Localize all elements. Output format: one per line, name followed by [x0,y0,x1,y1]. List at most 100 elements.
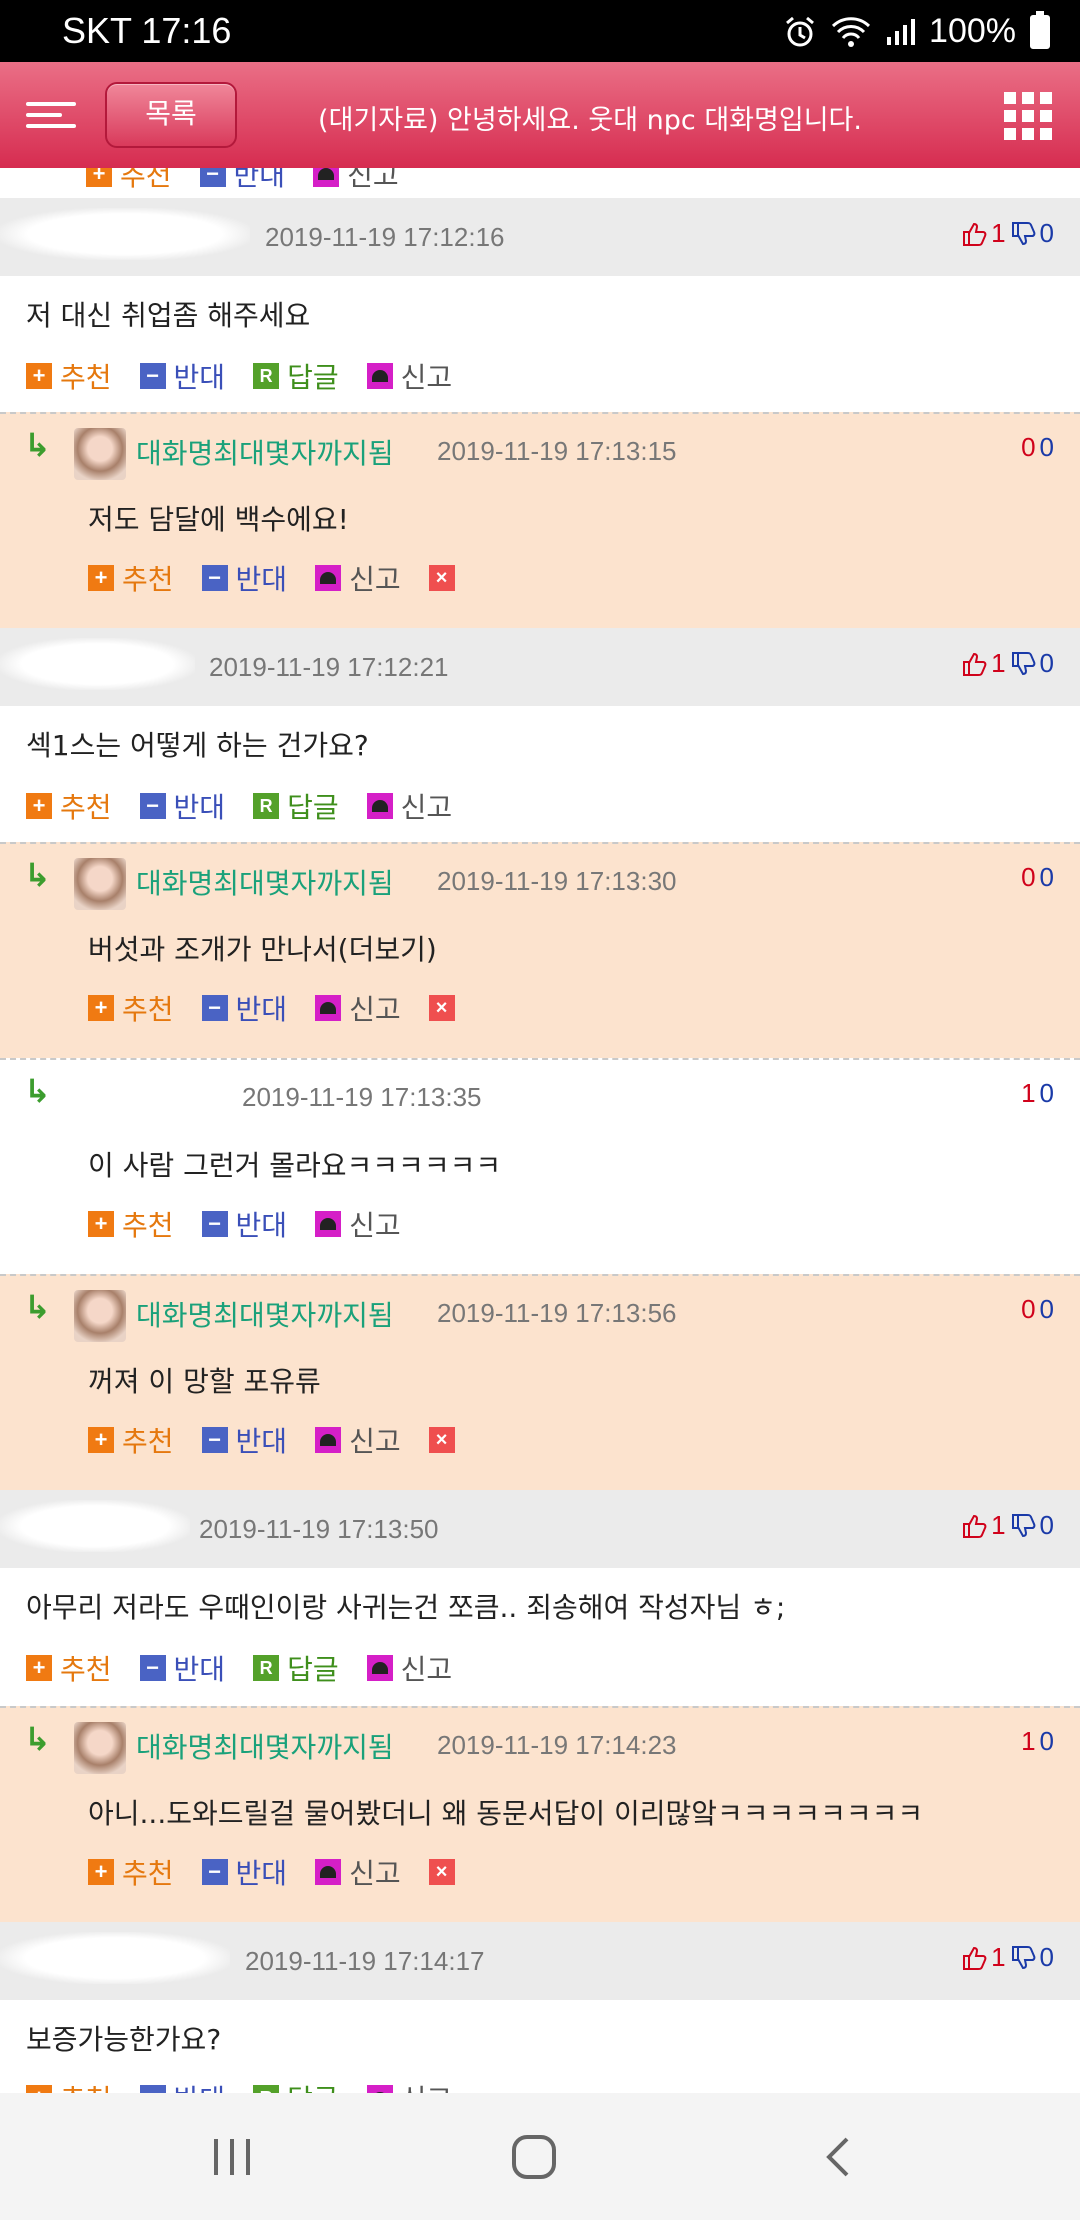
comment-text: 아무리 저라도 우때인이랑 사귀는건 쪼큼.. 죄송해여 작성자님 ㅎ; [26,1591,786,1624]
recommend-button[interactable]: +추천 [26,1648,112,1688]
menu-icon[interactable] [26,102,76,128]
minus-icon: − [201,1859,228,1885]
avatar[interactable] [74,1722,126,1774]
vote-counts: 1 0 [961,648,1054,679]
report-button[interactable]: 신고 [315,988,401,1028]
comment-text: 보증가능한가요? [26,2023,222,2056]
comment-date: 2019-11-19 17:12:21 [209,652,449,682]
reply-item: ↳ 대화명최대몇자까지됨 2019-11-19 17:13:15 00 저도 담… [0,412,1080,628]
report-button[interactable]: 신고 [366,786,452,826]
delete-button[interactable]: × [428,565,463,591]
reply-date: 2019-11-19 17:13:15 [437,436,677,466]
report-icon [315,995,342,1021]
recommend-button[interactable]: +추천 [88,1852,174,1892]
report-button[interactable]: 신고 [366,356,452,396]
minus-icon: − [139,1655,166,1681]
minus-icon[interactable]: − [199,168,226,187]
report-button[interactable]: 신고 [315,1204,401,1244]
report-button[interactable]: 신고 [315,1420,401,1460]
report-icon [366,363,393,389]
delete-button[interactable]: × [428,1427,463,1453]
thumb-down-icon[interactable] [1010,651,1036,677]
home-button[interactable] [434,2093,634,2220]
minus-icon: − [201,1211,228,1237]
comment-header: 2019-11-19 17:12:16 1 0 [0,198,1080,276]
reply-date: 2019-11-19 17:13:56 [437,1298,677,1328]
oppose-button[interactable]: −반대 [139,2078,225,2093]
oppose-button[interactable]: −반대 [139,356,225,396]
reply-nickname[interactable]: 대화명최대몇자까지됨 [136,1726,394,1766]
reply-button[interactable]: R답글 [253,356,339,396]
oppose-button[interactable]: −반대 [201,988,287,1028]
list-button[interactable]: 목록 [105,82,237,148]
report-icon[interactable] [313,168,340,187]
alarm-icon [786,16,814,46]
recommend-button[interactable]: +추천 [26,356,112,396]
recommend-button[interactable]: +추천 [26,786,112,826]
report-button[interactable]: 신고 [315,558,401,598]
vote-counts: 00 [1021,862,1054,892]
report-button[interactable]: 신고 [366,1648,452,1688]
avatar[interactable] [74,858,126,910]
delete-button[interactable]: × [428,1859,463,1885]
reply-text: 이 사람 그런거 몰라요ㅋㅋㅋㅋㅋㅋ [88,1149,502,1182]
recommend-button[interactable]: +추천 [88,558,174,598]
oppose-button[interactable]: −반대 [139,1648,225,1688]
comment-date: 2019-11-19 17:13:50 [199,1514,439,1544]
reply-item: ↳ 대화명최대몇자까지됨 2019-11-19 17:13:30 00 버섯과 … [0,842,1080,1058]
blurred-nickname [0,1932,230,1984]
reply-button[interactable]: R답글 [253,1648,339,1688]
recommend-button[interactable]: +추천 [26,2078,112,2093]
report-button[interactable]: 신고 [366,2078,452,2093]
vote-counts: 10 [1021,1078,1054,1108]
reply-arrow-icon: ↳ [24,856,51,894]
oppose-button[interactable]: −반대 [201,1420,287,1460]
plus-icon[interactable]: + [86,168,112,187]
reply-button[interactable]: R답글 [253,2078,339,2093]
reply-date: 2019-11-19 17:13:35 [242,1082,482,1112]
reply-date: 2019-11-19 17:13:30 [437,866,677,896]
back-button[interactable] [738,2093,938,2220]
recommend-button[interactable]: +추천 [88,1420,174,1460]
recent-apps-button[interactable] [132,2093,332,2220]
plus-icon: + [88,1211,114,1237]
reply-item: ↳ 2019-11-19 17:13:35 10 이 사람 그런거 몰라요ㅋㅋㅋ… [0,1058,1080,1274]
thumb-up-icon[interactable] [961,651,987,677]
report-button[interactable]: 신고 [315,1852,401,1892]
comment-text: 섹1스는 어떻게 하는 건가요? [26,729,369,762]
thumb-down-icon[interactable] [1010,1513,1036,1539]
thumb-down-icon[interactable] [1010,1945,1036,1971]
system-nav-bar [0,2093,1080,2220]
reply-nickname[interactable]: 대화명최대몇자까지됨 [136,862,394,902]
reply-button[interactable]: R답글 [253,786,339,826]
oppose-button[interactable]: −반대 [201,1852,287,1892]
thumb-up-icon[interactable] [961,221,987,247]
reply-nickname[interactable]: 대화명최대몇자까지됨 [136,432,394,472]
minus-icon: − [139,2085,166,2093]
oppose-button[interactable]: −반대 [201,558,287,598]
oppose-button[interactable]: −반대 [139,786,225,826]
comment-actions: +추천 −반대 R답글 신고 [26,1648,480,1688]
thumb-up-icon[interactable] [961,1513,987,1539]
avatar[interactable] [74,1290,126,1342]
recommend-button[interactable]: +추천 [88,1204,174,1244]
apps-grid-icon[interactable] [1004,92,1052,140]
avatar[interactable] [74,428,126,480]
thumb-up-icon[interactable] [961,1945,987,1971]
reply-actions: + 추천 − 반대 신고 × [88,988,491,1028]
reply-nickname[interactable]: 대화명최대몇자까지됨 [136,1294,394,1334]
reply-icon: R [253,363,280,389]
reply-actions: + 추천 − 반대 신고 × [88,1420,491,1460]
vote-counts: 00 [1021,432,1054,462]
reply-actions: + 추천 − 반대 신고 [88,1204,429,1244]
plus-icon: + [26,363,52,389]
blurred-nickname [0,1500,190,1552]
recommend-button[interactable]: +추천 [88,988,174,1028]
thumb-down-icon[interactable] [1010,221,1036,247]
reply-arrow-icon: ↳ [24,1720,51,1758]
reply-text: 저도 담달에 백수에요! [88,503,349,536]
oppose-button[interactable]: −반대 [201,1204,287,1244]
close-icon: × [428,995,455,1021]
delete-button[interactable]: × [428,995,463,1021]
vote-counts: 00 [1021,1294,1054,1324]
